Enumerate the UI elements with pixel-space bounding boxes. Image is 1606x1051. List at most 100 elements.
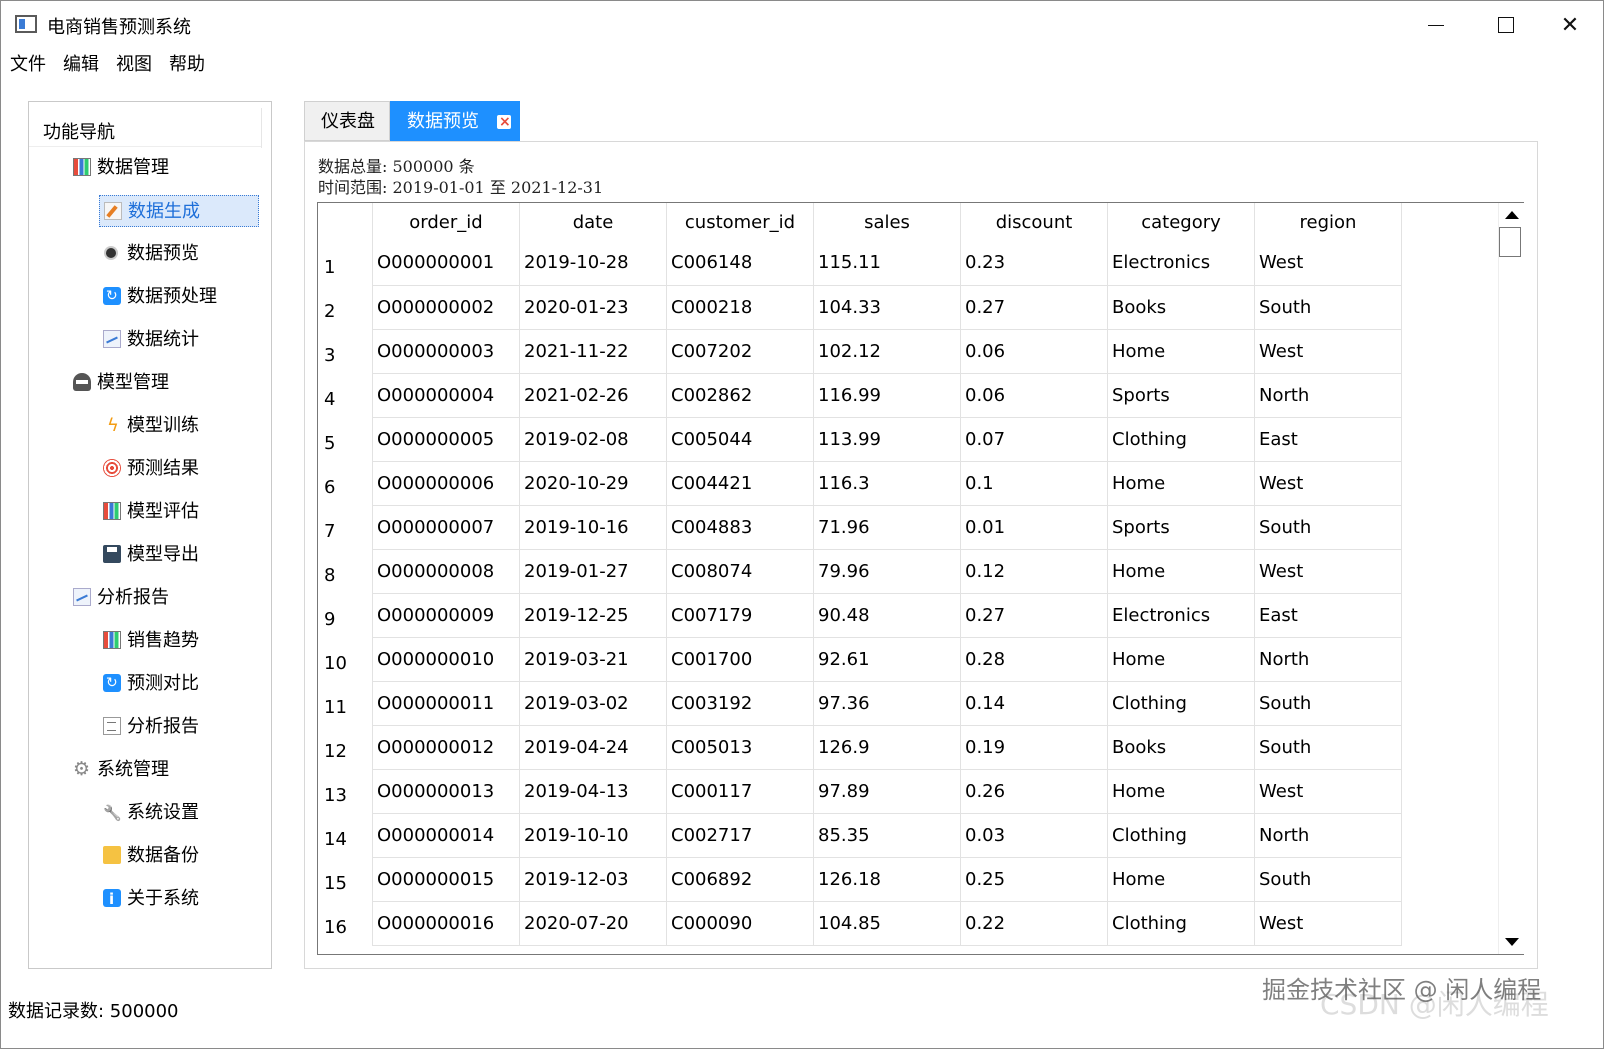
title-bar[interactable]: 电商销售预测系统 ✕ <box>1 1 1603 49</box>
menu-file[interactable]: 文件 <box>1 49 54 81</box>
table-row[interactable]: 2 O000000002 2020-01-23 C000218 104.33 0.27 Bo… <box>318 285 1406 330</box>
cell-category[interactable]: Electronics <box>1107 241 1255 286</box>
cell-sales[interactable]: 79.96 <box>813 549 961 594</box>
cell-category[interactable]: Books <box>1107 725 1255 770</box>
table-row[interactable]: 14 O000000014 2019-10-10 C002717 85.35 0.03 Cl… <box>318 813 1406 858</box>
cell-order_id[interactable]: O000000003 <box>372 329 520 374</box>
cell-discount[interactable]: 0.07 <box>960 417 1108 462</box>
cell-category[interactable]: Home <box>1107 637 1255 682</box>
cell-discount[interactable]: 0.19 <box>960 725 1108 770</box>
nav-item-3-2[interactable]: 关于系统 <box>103 883 199 915</box>
cell-region[interactable]: South <box>1254 681 1402 726</box>
scroll-down-icon[interactable] <box>1505 938 1519 946</box>
nav-item-2-2[interactable]: 分析报告 <box>103 711 199 743</box>
data-table-container[interactable]: order_id date customer_id sales discount cate… <box>317 202 1524 955</box>
close-button[interactable]: ✕ <box>1535 1 1605 49</box>
cell-customer_id[interactable]: C007179 <box>666 593 814 638</box>
cell-region[interactable]: West <box>1254 769 1402 814</box>
cell-customer_id[interactable]: C007202 <box>666 329 814 374</box>
cell-region[interactable]: East <box>1254 417 1402 462</box>
cell-order_id[interactable]: O000000016 <box>372 901 520 946</box>
cell-discount[interactable]: 0.23 <box>960 241 1108 286</box>
cell-customer_id[interactable]: C005013 <box>666 725 814 770</box>
scroll-thumb[interactable] <box>1499 227 1521 257</box>
table-row[interactable]: 16 O000000016 2020-07-20 C000090 104.85 0.22 C… <box>318 901 1406 946</box>
cell-sales[interactable]: 115.11 <box>813 241 961 286</box>
maximize-button[interactable] <box>1471 1 1541 49</box>
cell-date[interactable]: 2019-02-08 <box>519 417 667 462</box>
cell-category[interactable]: Electronics <box>1107 593 1255 638</box>
cell-customer_id[interactable]: C004421 <box>666 461 814 506</box>
cell-category[interactable]: Home <box>1107 461 1255 506</box>
cell-region[interactable]: West <box>1254 461 1402 506</box>
table-row[interactable]: 13 O000000013 2019-04-13 C000117 97.89 0.26 Ho… <box>318 769 1406 814</box>
cell-region[interactable]: East <box>1254 593 1402 638</box>
cell-discount[interactable]: 0.06 <box>960 329 1108 374</box>
cell-date[interactable]: 2019-10-28 <box>519 241 667 286</box>
cell-date[interactable]: 2020-10-29 <box>519 461 667 506</box>
cell-order_id[interactable]: O000000013 <box>372 769 520 814</box>
nav-item-1-1[interactable]: 预测结果 <box>103 453 199 485</box>
nav-item-0-0[interactable]: 数据生成 <box>99 195 259 227</box>
cell-category[interactable]: Clothing <box>1107 681 1255 726</box>
cell-region[interactable]: West <box>1254 329 1402 374</box>
cell-date[interactable]: 2019-04-13 <box>519 769 667 814</box>
tab-data-preview[interactable]: 数据预览 <box>390 101 520 142</box>
cell-order_id[interactable]: O000000004 <box>372 373 520 418</box>
cell-date[interactable]: 2021-02-26 <box>519 373 667 418</box>
nav-item-2-0[interactable]: 销售趋势 <box>103 625 199 657</box>
cell-sales[interactable]: 126.9 <box>813 725 961 770</box>
cell-customer_id[interactable]: C000090 <box>666 901 814 946</box>
nav-item-0-1[interactable]: 数据预览 <box>103 238 199 270</box>
cell-order_id[interactable]: O000000011 <box>372 681 520 726</box>
cell-category[interactable]: Home <box>1107 857 1255 902</box>
cell-order_id[interactable]: O000000006 <box>372 461 520 506</box>
cell-order_id[interactable]: O000000010 <box>372 637 520 682</box>
cell-sales[interactable]: 102.12 <box>813 329 961 374</box>
cell-region[interactable]: South <box>1254 285 1402 330</box>
cell-sales[interactable]: 92.61 <box>813 637 961 682</box>
cell-discount[interactable]: 0.12 <box>960 549 1108 594</box>
cell-discount[interactable]: 0.22 <box>960 901 1108 946</box>
vertical-scrollbar[interactable] <box>1498 203 1524 954</box>
cell-sales[interactable]: 116.3 <box>813 461 961 506</box>
cell-discount[interactable]: 0.01 <box>960 505 1108 550</box>
cell-category[interactable]: Home <box>1107 329 1255 374</box>
nav-item-3-1[interactable]: 数据备份 <box>103 840 199 872</box>
menu-view[interactable]: 视图 <box>107 49 160 81</box>
table-row[interactable]: 4 O000000004 2021-02-26 C002862 116.99 0.06 Sp… <box>318 373 1406 418</box>
cell-date[interactable]: 2020-01-23 <box>519 285 667 330</box>
tab-close-icon[interactable] <box>497 102 511 142</box>
cell-date[interactable]: 2020-07-20 <box>519 901 667 946</box>
menu-edit[interactable]: 编辑 <box>54 49 107 81</box>
cell-category[interactable]: Sports <box>1107 373 1255 418</box>
nav-group-0[interactable]: 数据管理 <box>73 152 169 184</box>
nav-item-1-0[interactable]: 模型训练 <box>103 410 199 442</box>
cell-order_id[interactable]: O000000008 <box>372 549 520 594</box>
cell-discount[interactable]: 0.28 <box>960 637 1108 682</box>
cell-order_id[interactable]: O000000012 <box>372 725 520 770</box>
cell-sales[interactable]: 85.35 <box>813 813 961 858</box>
cell-discount[interactable]: 0.14 <box>960 681 1108 726</box>
table-row[interactable]: 12 O000000012 2019-04-24 C005013 126.9 0.19 Bo… <box>318 725 1406 770</box>
minimize-button[interactable] <box>1401 1 1471 49</box>
cell-date[interactable]: 2019-03-02 <box>519 681 667 726</box>
nav-item-0-3[interactable]: 数据统计 <box>103 324 199 356</box>
cell-customer_id[interactable]: C006148 <box>666 241 814 286</box>
table-row[interactable]: 6 O000000006 2020-10-29 C004421 116.3 0.1 Home… <box>318 461 1406 506</box>
tab-dashboard[interactable]: 仪表盘 <box>304 101 390 141</box>
cell-region[interactable]: North <box>1254 373 1402 418</box>
cell-customer_id[interactable]: C000218 <box>666 285 814 330</box>
cell-region[interactable]: North <box>1254 813 1402 858</box>
cell-region[interactable]: South <box>1254 505 1402 550</box>
cell-sales[interactable]: 116.99 <box>813 373 961 418</box>
table-row[interactable]: 9 O000000009 2019-12-25 C007179 90.48 0.27 Ele… <box>318 593 1406 638</box>
cell-discount[interactable]: 0.25 <box>960 857 1108 902</box>
cell-date[interactable]: 2019-10-10 <box>519 813 667 858</box>
cell-sales[interactable]: 126.18 <box>813 857 961 902</box>
cell-category[interactable]: Books <box>1107 285 1255 330</box>
cell-order_id[interactable]: O000000007 <box>372 505 520 550</box>
cell-order_id[interactable]: O000000014 <box>372 813 520 858</box>
cell-customer_id[interactable]: C006892 <box>666 857 814 902</box>
cell-region[interactable]: West <box>1254 901 1402 946</box>
